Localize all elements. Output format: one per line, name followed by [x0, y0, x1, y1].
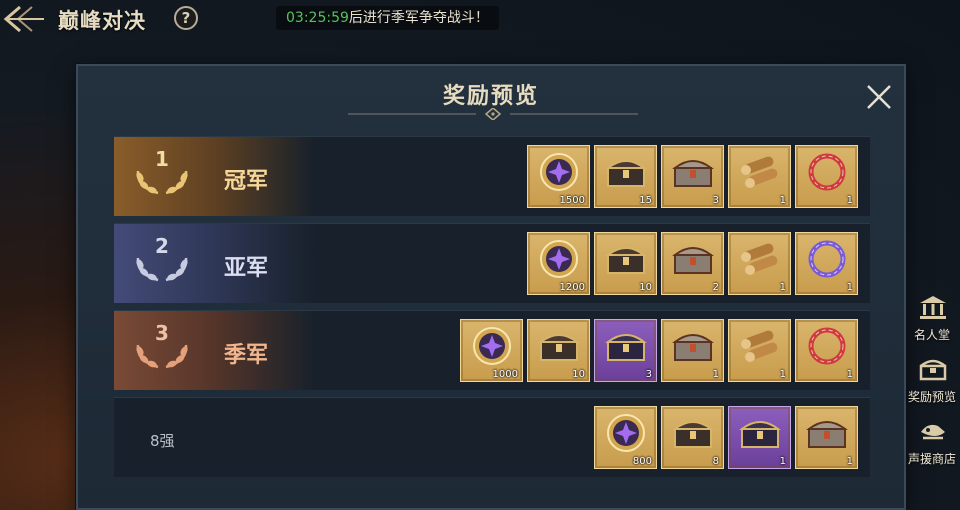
reward-item[interactable]: 1000 — [460, 319, 523, 382]
item-quantity: 1500 — [559, 195, 585, 206]
item-quantity: 1200 — [559, 282, 585, 293]
bronze-laurel-icon — [136, 344, 188, 369]
top-bar: 巅峰对决 ? 03:25:59后进行季军争夺战斗！ — [0, 0, 960, 40]
reward-item-list: 1500 15 3 1 1 — [527, 145, 858, 208]
reward-item[interactable]: 1 — [795, 145, 858, 208]
reward-icon — [919, 359, 947, 381]
reward-item[interactable]: 2 — [661, 232, 724, 295]
wood-logs-icon — [741, 330, 778, 362]
dark-chest-icon — [538, 334, 580, 361]
silver-chest-icon — [672, 334, 714, 361]
rank-label: 8强 — [150, 432, 175, 450]
reward-item[interactable]: 1 — [661, 319, 724, 382]
side-button-label: 奖励预览 — [907, 390, 956, 404]
item-quantity: 3 — [712, 195, 719, 206]
rank-label: 亚军 — [224, 256, 269, 281]
help-icon[interactable]: ? — [174, 6, 198, 30]
reward-row-top-8: 8强 800 8 1 1 — [114, 397, 870, 477]
item-quantity: 1 — [712, 369, 719, 380]
back-arrow-icon[interactable] — [2, 4, 46, 34]
item-quantity: 1 — [846, 282, 853, 293]
countdown-timer: 03:25:59 — [286, 10, 349, 26]
wood-logs-icon — [741, 243, 778, 275]
reward-item[interactable]: 800 — [594, 406, 657, 469]
item-quantity: 3 — [645, 369, 652, 380]
page-title: 巅峰对决 — [58, 9, 146, 33]
item-quantity: 1 — [846, 195, 853, 206]
reward-preview-panel: 奖励预览 1 冠军 1500 15 3 1 1 2 亚军 1200 10 2 1… — [76, 64, 906, 510]
reward-row-third-place: 3 季军 1000 10 3 1 1 1 — [114, 310, 870, 390]
side-button-label: 名人堂 — [913, 328, 950, 342]
rank-label: 冠军 — [224, 169, 269, 194]
reward-item[interactable]: 3 — [594, 319, 657, 382]
item-quantity: 1 — [779, 282, 786, 293]
reward-item[interactable]: 10 — [594, 232, 657, 295]
item-quantity: 1000 — [492, 369, 518, 380]
silver-chest-icon — [806, 421, 848, 448]
wood-logs-icon — [741, 156, 778, 188]
dark-chest-icon — [672, 421, 714, 448]
reward-item-list: 1000 10 3 1 1 1 — [460, 319, 858, 382]
silver-laurel-icon — [136, 257, 188, 282]
reward-row-champion: 1 冠军 1500 15 3 1 1 — [114, 136, 870, 216]
countdown-banner: 03:25:59后进行季军争夺战斗！ — [276, 6, 499, 30]
reward-item-list: 800 8 1 1 — [594, 406, 858, 469]
item-quantity: 10 — [639, 282, 652, 293]
reward-item[interactable]: 1 — [795, 406, 858, 469]
silver-chest-icon — [672, 247, 714, 274]
star-coin-icon — [473, 327, 511, 365]
star-coin-icon — [540, 240, 578, 278]
reward-item[interactable]: 1500 — [527, 145, 590, 208]
red-ring-icon — [808, 327, 846, 365]
reward-item[interactable]: 1 — [728, 232, 791, 295]
dark-chest-icon — [605, 247, 647, 274]
reward-item[interactable]: 10 — [527, 319, 590, 382]
close-icon[interactable] — [864, 82, 894, 112]
reward-item[interactable]: 1 — [728, 145, 791, 208]
purple-ring-icon — [808, 240, 846, 278]
reward-item-list: 1200 10 2 1 1 — [527, 232, 858, 295]
silver-chest-icon — [672, 160, 714, 187]
reward-item[interactable]: 8 — [661, 406, 724, 469]
side-button-label: 声援商店 — [907, 452, 956, 466]
dark-chest-icon — [605, 160, 647, 187]
reward-item[interactable]: 1 — [795, 319, 858, 382]
countdown-message: 后进行季军争夺战斗！ — [348, 10, 489, 26]
dark-chest-icon — [605, 334, 647, 361]
star-coin-icon — [607, 414, 645, 452]
item-quantity: 15 — [639, 195, 652, 206]
reward-preview-button[interactable]: 奖励预览 — [904, 354, 960, 414]
item-quantity: 1 — [779, 195, 786, 206]
panel-title: 奖励预览 — [442, 84, 539, 109]
item-quantity: 2 — [712, 282, 719, 293]
item-quantity: 8 — [712, 456, 719, 467]
red-ring-icon — [808, 153, 846, 191]
reward-item[interactable]: 1 — [795, 232, 858, 295]
item-quantity: 800 — [632, 456, 652, 467]
dark-chest-icon — [739, 421, 781, 448]
title-divider-icon — [348, 108, 638, 120]
gold-laurel-icon — [136, 170, 188, 195]
star-coin-icon — [540, 153, 578, 191]
reward-row-runner-up: 2 亚军 1200 10 2 1 1 — [114, 223, 870, 303]
item-quantity: 1 — [846, 456, 853, 467]
item-quantity: 1 — [846, 369, 853, 380]
reward-item[interactable]: 1 — [728, 319, 791, 382]
item-quantity: 1 — [779, 456, 786, 467]
reward-item[interactable]: 1 — [728, 406, 791, 469]
reward-item[interactable]: 15 — [594, 145, 657, 208]
reward-item[interactable]: 3 — [661, 145, 724, 208]
hall-of-fame-button[interactable]: 名人堂 — [904, 292, 960, 352]
reward-item[interactable]: 1200 — [527, 232, 590, 295]
support-shop-button[interactable]: 声援商店 — [904, 416, 960, 476]
hall-icon — [920, 296, 946, 319]
shop-icon — [921, 424, 945, 440]
rank-label: 季军 — [224, 343, 269, 368]
item-quantity: 1 — [779, 369, 786, 380]
item-quantity: 10 — [572, 369, 585, 380]
